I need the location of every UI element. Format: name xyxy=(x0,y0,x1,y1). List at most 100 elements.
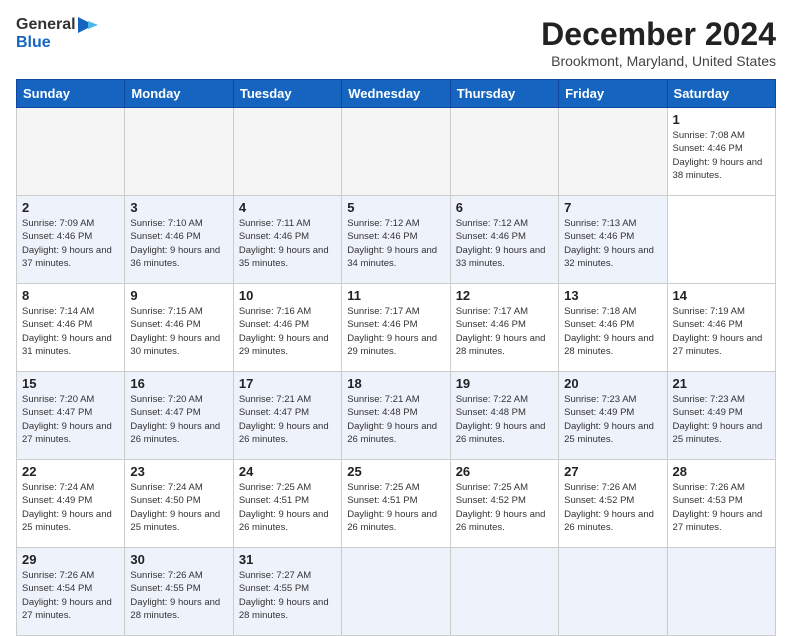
title-area: December 2024 Brookmont, Maryland, Unite… xyxy=(541,16,776,69)
day-info: Sunrise: 7:25 AMSunset: 4:51 PMDaylight:… xyxy=(239,481,336,534)
day-info: Sunrise: 7:11 AMSunset: 4:46 PMDaylight:… xyxy=(239,217,336,270)
day-number: 14 xyxy=(673,288,770,303)
table-row: 18 Sunrise: 7:21 AMSunset: 4:48 PMDayligh… xyxy=(342,372,450,460)
calendar: Sunday Monday Tuesday Wednesday Thursday… xyxy=(16,79,776,636)
day-number: 21 xyxy=(673,376,770,391)
day-number: 7 xyxy=(564,200,661,215)
table-row xyxy=(342,108,450,196)
table-row: 21 Sunrise: 7:23 AMSunset: 4:49 PMDayligh… xyxy=(667,372,775,460)
day-number: 24 xyxy=(239,464,336,479)
location: Brookmont, Maryland, United States xyxy=(541,53,776,69)
day-number: 1 xyxy=(673,112,770,127)
table-row: 30 Sunrise: 7:26 AMSunset: 4:55 PMDayligh… xyxy=(125,548,233,636)
day-number: 12 xyxy=(456,288,553,303)
logo: GeneralBlue xyxy=(16,16,98,51)
day-info: Sunrise: 7:13 AMSunset: 4:46 PMDaylight:… xyxy=(564,217,661,270)
table-row xyxy=(667,548,775,636)
table-row: 28Sunrise: 7:26 AMSunset: 4:53 PMDayligh… xyxy=(667,460,775,548)
table-row xyxy=(559,108,667,196)
day-number: 31 xyxy=(239,552,336,567)
col-saturday: Saturday xyxy=(667,80,775,108)
day-info: Sunrise: 7:21 AMSunset: 4:48 PMDaylight:… xyxy=(347,393,444,446)
table-row: 5Sunrise: 7:12 AMSunset: 4:46 PMDaylight… xyxy=(342,196,450,284)
day-info: Sunrise: 7:24 AMSunset: 4:50 PMDaylight:… xyxy=(130,481,227,534)
day-info: Sunrise: 7:16 AMSunset: 4:46 PMDaylight:… xyxy=(239,305,336,358)
table-row: 9 Sunrise: 7:15 AMSunset: 4:46 PMDaylight… xyxy=(125,284,233,372)
day-info: Sunrise: 7:23 AMSunset: 4:49 PMDaylight:… xyxy=(673,393,770,446)
day-number: 10 xyxy=(239,288,336,303)
day-number: 28 xyxy=(673,464,770,479)
calendar-week-row: 29 Sunrise: 7:26 AMSunset: 4:54 PMDayligh… xyxy=(17,548,776,636)
day-info: Sunrise: 7:20 AMSunset: 4:47 PMDaylight:… xyxy=(130,393,227,446)
table-row: 20 Sunrise: 7:23 AMSunset: 4:49 PMDayligh… xyxy=(559,372,667,460)
col-wednesday: Wednesday xyxy=(342,80,450,108)
day-info: Sunrise: 7:25 AMSunset: 4:51 PMDaylight:… xyxy=(347,481,444,534)
day-number: 30 xyxy=(130,552,227,567)
table-row: 11Sunrise: 7:17 AMSunset: 4:46 PMDayligh… xyxy=(342,284,450,372)
day-number: 18 xyxy=(347,376,444,391)
calendar-week-row: 8 Sunrise: 7:14 AMSunset: 4:46 PMDaylight… xyxy=(17,284,776,372)
day-number: 27 xyxy=(564,464,661,479)
day-info: Sunrise: 7:14 AMSunset: 4:46 PMDaylight:… xyxy=(22,305,119,358)
table-row: 3 Sunrise: 7:10 AMSunset: 4:46 PMDaylight… xyxy=(125,196,233,284)
day-number: 5 xyxy=(347,200,444,215)
table-row: 17Sunrise: 7:21 AMSunset: 4:47 PMDayligh… xyxy=(233,372,341,460)
month-title: December 2024 xyxy=(541,16,776,53)
day-number: 15 xyxy=(22,376,119,391)
table-row: 23Sunrise: 7:24 AMSunset: 4:50 PMDayligh… xyxy=(125,460,233,548)
day-info: Sunrise: 7:26 AMSunset: 4:52 PMDaylight:… xyxy=(564,481,661,534)
page: GeneralBlue December 2024 Brookmont, Mar… xyxy=(0,0,792,612)
calendar-week-row: 1Sunrise: 7:08 AMSunset: 4:46 PMDaylight… xyxy=(17,108,776,196)
day-info: Sunrise: 7:17 AMSunset: 4:46 PMDaylight:… xyxy=(456,305,553,358)
day-number: 22 xyxy=(22,464,119,479)
col-sunday: Sunday xyxy=(17,80,125,108)
table-row: 26 Sunrise: 7:25 AMSunset: 4:52 PMDayligh… xyxy=(450,460,558,548)
day-number: 2 xyxy=(22,200,119,215)
day-info: Sunrise: 7:26 AMSunset: 4:55 PMDaylight:… xyxy=(130,569,227,622)
day-number: 29 xyxy=(22,552,119,567)
table-row xyxy=(233,108,341,196)
col-friday: Friday xyxy=(559,80,667,108)
table-row xyxy=(342,548,450,636)
day-info: Sunrise: 7:17 AMSunset: 4:46 PMDaylight:… xyxy=(347,305,444,358)
table-row: 13Sunrise: 7:18 AMSunset: 4:46 PMDayligh… xyxy=(559,284,667,372)
table-row: 12 Sunrise: 7:17 AMSunset: 4:46 PMDayligh… xyxy=(450,284,558,372)
day-info: Sunrise: 7:25 AMSunset: 4:52 PMDaylight:… xyxy=(456,481,553,534)
day-info: Sunrise: 7:23 AMSunset: 4:49 PMDaylight:… xyxy=(564,393,661,446)
day-info: Sunrise: 7:26 AMSunset: 4:54 PMDaylight:… xyxy=(22,569,119,622)
table-row: 6Sunrise: 7:12 AMSunset: 4:46 PMDaylight… xyxy=(450,196,558,284)
calendar-week-row: 22 Sunrise: 7:24 AMSunset: 4:49 PMDayligh… xyxy=(17,460,776,548)
day-info: Sunrise: 7:24 AMSunset: 4:49 PMDaylight:… xyxy=(22,481,119,534)
col-tuesday: Tuesday xyxy=(233,80,341,108)
table-row: 24 Sunrise: 7:25 AMSunset: 4:51 PMDayligh… xyxy=(233,460,341,548)
table-row: 2Sunrise: 7:09 AMSunset: 4:46 PMDaylight… xyxy=(17,196,125,284)
table-row xyxy=(559,548,667,636)
table-row: 27 Sunrise: 7:26 AMSunset: 4:52 PMDayligh… xyxy=(559,460,667,548)
calendar-week-row: 2Sunrise: 7:09 AMSunset: 4:46 PMDaylight… xyxy=(17,196,776,284)
table-row: 4Sunrise: 7:11 AMSunset: 4:46 PMDaylight… xyxy=(233,196,341,284)
day-number: 9 xyxy=(130,288,227,303)
col-thursday: Thursday xyxy=(450,80,558,108)
table-row: 8 Sunrise: 7:14 AMSunset: 4:46 PMDaylight… xyxy=(17,284,125,372)
table-row: 7 Sunrise: 7:13 AMSunset: 4:46 PMDaylight… xyxy=(559,196,667,284)
day-info: Sunrise: 7:22 AMSunset: 4:48 PMDaylight:… xyxy=(456,393,553,446)
table-row: 22 Sunrise: 7:24 AMSunset: 4:49 PMDayligh… xyxy=(17,460,125,548)
col-monday: Monday xyxy=(125,80,233,108)
day-number: 19 xyxy=(456,376,553,391)
day-number: 13 xyxy=(564,288,661,303)
table-row xyxy=(450,108,558,196)
day-info: Sunrise: 7:20 AMSunset: 4:47 PMDaylight:… xyxy=(22,393,119,446)
day-number: 3 xyxy=(130,200,227,215)
table-row xyxy=(17,108,125,196)
table-row xyxy=(125,108,233,196)
day-info: Sunrise: 7:21 AMSunset: 4:47 PMDaylight:… xyxy=(239,393,336,446)
calendar-week-row: 15 Sunrise: 7:20 AMSunset: 4:47 PMDayligh… xyxy=(17,372,776,460)
day-number: 26 xyxy=(456,464,553,479)
day-info: Sunrise: 7:15 AMSunset: 4:46 PMDaylight:… xyxy=(130,305,227,358)
day-number: 20 xyxy=(564,376,661,391)
table-row: 10 Sunrise: 7:16 AMSunset: 4:46 PMDayligh… xyxy=(233,284,341,372)
table-row: 16Sunrise: 7:20 AMSunset: 4:47 PMDayligh… xyxy=(125,372,233,460)
day-number: 6 xyxy=(456,200,553,215)
day-info: Sunrise: 7:10 AMSunset: 4:46 PMDaylight:… xyxy=(130,217,227,270)
day-number: 8 xyxy=(22,288,119,303)
